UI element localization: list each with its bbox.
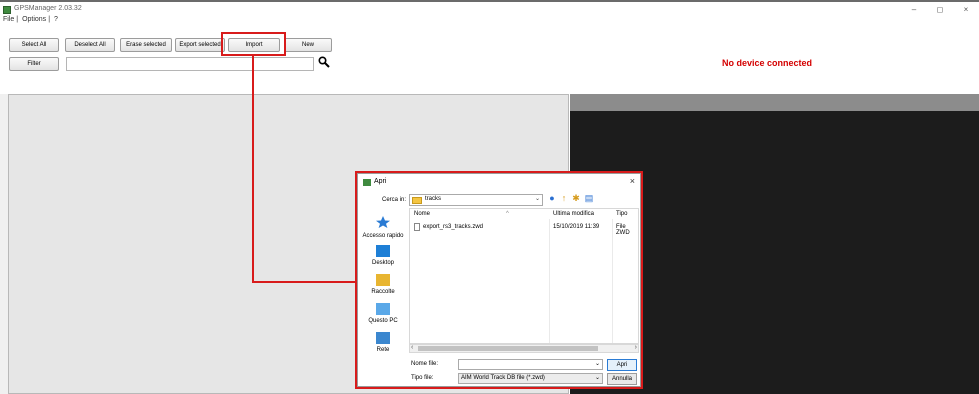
new-button[interactable]: New xyxy=(284,38,332,52)
lookin-label: Cerca in: xyxy=(381,197,406,203)
lookin-value: tracks xyxy=(425,196,442,202)
place-label: Desktop xyxy=(371,260,394,266)
desktop-icon xyxy=(376,245,390,257)
scroll-right-icon[interactable]: › xyxy=(635,344,637,351)
file-modified: 15/10/2019 11:39 xyxy=(553,224,600,230)
title-bar: GPSManager 2.03.32 File | Options | ? – ◻ … xyxy=(0,0,979,24)
scrollbar-thumb[interactable] xyxy=(418,346,598,351)
chevron-down-icon[interactable]: ⌄ xyxy=(595,360,600,369)
star-icon xyxy=(376,216,390,228)
highlight-connector-horizontal xyxy=(252,281,357,283)
horizontal-scrollbar[interactable]: ‹ › xyxy=(409,344,639,353)
column-name[interactable]: Nome xyxy=(414,211,430,217)
file-list[interactable]: Nome ^ Ultima modifica Tipo export_rs3_t… xyxy=(409,208,639,344)
erase-selected-button[interactable]: Erase selected xyxy=(120,38,172,52)
cancel-button[interactable]: Annulla xyxy=(607,373,637,385)
window-controls: – ◻ × xyxy=(901,4,979,16)
dialog-close-button[interactable]: × xyxy=(630,176,635,186)
up-folder-icon[interactable]: ↑ xyxy=(559,193,569,203)
folder-icon xyxy=(412,197,422,204)
place-libraries[interactable]: Raccolte xyxy=(360,274,406,295)
window-title: GPSManager 2.03.32 xyxy=(14,5,82,12)
file-name[interactable]: export_rs3_tracks.zwd xyxy=(423,224,483,230)
network-icon xyxy=(376,332,390,344)
dialog-app-icon xyxy=(363,179,371,186)
dialog-title: Apri xyxy=(374,178,387,185)
new-folder-icon[interactable]: ✱ xyxy=(571,193,581,203)
lookin-combo[interactable]: tracks ⌄ xyxy=(409,194,543,206)
place-network[interactable]: Rete xyxy=(360,332,406,353)
back-icon[interactable]: ● xyxy=(547,193,557,203)
select-all-button[interactable]: Select All xyxy=(9,38,59,52)
file-type: File ZWD xyxy=(616,224,630,236)
view-menu-icon[interactable]: ▤ xyxy=(584,193,594,203)
export-selected-button[interactable]: Export selected xyxy=(175,38,225,52)
minimize-button[interactable]: – xyxy=(901,4,927,16)
open-file-dialog: Apri × Cerca in: tracks ⌄ ● ↑ ✱ ▤ Access… xyxy=(357,173,641,387)
menu-options[interactable]: Options xyxy=(22,16,46,23)
scroll-left-icon[interactable]: ‹ xyxy=(411,344,413,351)
place-quick-access[interactable]: Accesso rapido xyxy=(360,216,406,239)
computer-icon xyxy=(376,303,390,315)
place-label: Raccolte xyxy=(371,289,395,295)
filter-input[interactable] xyxy=(66,57,314,71)
file-icon xyxy=(414,223,420,231)
close-window-button[interactable]: × xyxy=(953,4,979,16)
filename-input[interactable]: ⌄ xyxy=(458,359,603,370)
highlight-connector-vertical xyxy=(252,56,254,282)
app-icon xyxy=(3,6,11,14)
place-label: Rete xyxy=(376,347,390,353)
sort-indicator: ^ xyxy=(506,211,509,217)
column-divider xyxy=(612,219,613,343)
column-modified[interactable]: Ultima modifica xyxy=(553,211,594,217)
track-view-header xyxy=(570,94,979,111)
column-divider xyxy=(549,219,550,343)
deselect-all-button[interactable]: Deselect All xyxy=(65,38,115,52)
maximize-button[interactable]: ◻ xyxy=(927,4,953,16)
filetype-select[interactable]: AIM World Track DB file (*.zwd) ⌄ xyxy=(458,373,603,384)
place-desktop[interactable]: Desktop xyxy=(360,245,406,266)
open-button[interactable]: Apri xyxy=(607,359,637,371)
menu-help[interactable]: ? xyxy=(54,16,58,23)
left-edge xyxy=(0,94,8,394)
place-label: Questo PC xyxy=(368,318,398,324)
menu-file[interactable]: File xyxy=(3,16,14,23)
filename-label: Nome file: xyxy=(411,361,439,367)
chevron-down-icon: ⌄ xyxy=(534,196,540,202)
column-type[interactable]: Tipo xyxy=(616,211,627,217)
device-status: No device connected xyxy=(722,58,813,68)
search-icon[interactable] xyxy=(318,56,330,68)
menu-bar: File | Options | ? xyxy=(3,16,58,23)
place-this-pc[interactable]: Questo PC xyxy=(360,303,406,324)
filetype-label: Tipo file: xyxy=(411,375,434,381)
chevron-down-icon: ⌄ xyxy=(594,375,600,381)
filetype-value: AIM World Track DB file (*.zwd) xyxy=(461,375,545,381)
filter-button[interactable]: Filter xyxy=(9,57,59,71)
library-icon xyxy=(376,274,390,286)
import-highlight-box xyxy=(221,32,286,56)
place-label: Accesso rapido xyxy=(362,233,404,239)
places-bar: Accesso rapido Desktop Raccolte Questo P… xyxy=(360,208,406,384)
